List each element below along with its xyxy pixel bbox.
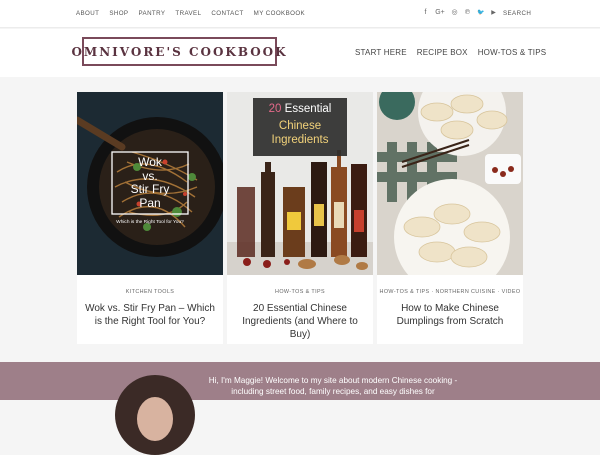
author-face (137, 397, 173, 441)
pinterest-icon[interactable]: ℗ (464, 8, 471, 18)
google-plus-icon[interactable]: G+ (435, 8, 445, 18)
post-image-dumplings[interactable] (377, 92, 523, 275)
nav-link-contact[interactable]: CONTACT (211, 10, 243, 17)
post-category[interactable]: KITCHEN TOOLS (77, 289, 223, 295)
site-logo[interactable]: OMNIVORE'S COOKBOOK (71, 37, 286, 66)
site-header: OMNIVORE'S COOKBOOK START HERE RECIPE BO… (0, 29, 600, 77)
top-navigation: ABOUT SHOP PANTRY TRAVEL CONTACT MY COOK… (76, 10, 305, 17)
overlay-line: vs. (142, 168, 158, 183)
wok-overlay-title: Wok vs. Stir Fry Pan (112, 155, 188, 210)
instagram-icon[interactable]: ◎ (451, 8, 458, 18)
overlay-line: Pan (139, 195, 161, 210)
nav-link-my-cookbook[interactable]: MY COOKBOOK (254, 10, 305, 17)
post-card[interactable]: HOW-TOS & TIPS · NORTHERN CUISINE · VIDE… (377, 92, 523, 344)
top-utility-bar: ABOUT SHOP PANTRY TRAVEL CONTACT MY COOK… (0, 0, 600, 28)
facebook-icon[interactable]: f (422, 8, 429, 18)
post-card[interactable]: Wok vs. Stir Fry Pan Which is the Right … (77, 92, 223, 344)
post-category[interactable]: HOW-TOS & TIPS (227, 289, 373, 295)
search-link[interactable]: SEARCH (503, 10, 531, 17)
overlay-line: Stir Fry (130, 182, 170, 196)
wok-overlay-tagline: Which is the Right Tool for You? (116, 220, 184, 225)
youtube-icon[interactable]: ▶ (490, 8, 497, 18)
nav-link-pantry[interactable]: PANTRY (138, 10, 165, 17)
nav-link-start-here[interactable]: START HERE (355, 48, 407, 57)
post-image-wok[interactable]: Wok vs. Stir Fry Pan Which is the Right … (77, 92, 223, 275)
ingredients-overlay-line2: Chinese (278, 120, 322, 132)
post-category[interactable]: HOW-TOS & TIPS · NORTHERN CUISINE · VIDE… (377, 289, 523, 295)
social-icons: f G+ ◎ ℗ 🐦 ▶ (422, 8, 497, 18)
ingredients-overlay-line3: Ingredients (271, 134, 329, 146)
twitter-icon[interactable]: 🐦 (477, 8, 484, 18)
welcome-banner: Hi, I'm Maggie! Welcome to my site about… (0, 362, 600, 455)
nav-link-about[interactable]: ABOUT (76, 10, 99, 17)
post-card[interactable]: 20 Essential Chinese Ingredients HOW-TOS… (227, 92, 373, 344)
welcome-text: Hi, I'm Maggie! Welcome to my site about… (208, 376, 458, 396)
nav-link-travel[interactable]: TRAVEL (175, 10, 201, 17)
overlay-line: Wok (138, 155, 162, 169)
author-avatar (115, 375, 195, 455)
overlay-word: Essential (284, 103, 332, 115)
logo-text: OMNIVORE'S COOKBOOK (71, 44, 288, 59)
ingredients-overlay-line1: 20 Essential (253, 103, 347, 115)
dumplings-photo (377, 92, 523, 275)
nav-link-recipe-box[interactable]: RECIPE BOX (417, 48, 468, 57)
post-image-ingredients[interactable]: 20 Essential Chinese Ingredients (227, 92, 373, 275)
main-navigation: START HERE RECIPE BOX HOW-TOS & TIPS (355, 48, 546, 57)
overlay-number: 20 (268, 103, 282, 115)
post-title[interactable]: Wok vs. Stir Fry Pan – Which is the Righ… (83, 302, 217, 328)
post-title[interactable]: 20 Essential Chinese Ingredients (and Wh… (233, 302, 367, 341)
post-title[interactable]: How to Make Chinese Dumplings from Scrat… (383, 302, 517, 328)
nav-link-shop[interactable]: SHOP (109, 10, 128, 17)
nav-link-how-tos-tips[interactable]: HOW-TOS & TIPS (478, 48, 547, 57)
